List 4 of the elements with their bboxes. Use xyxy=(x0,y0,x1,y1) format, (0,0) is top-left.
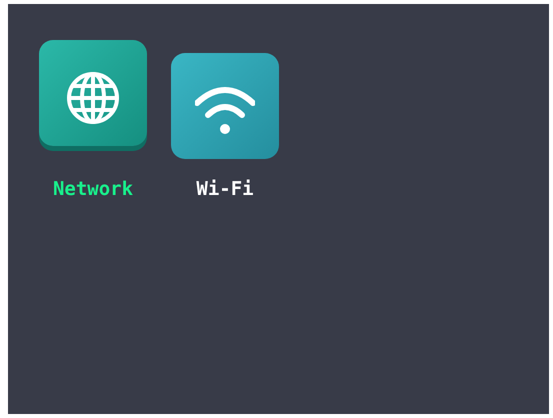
menu-tile[interactable] xyxy=(171,53,279,159)
menu-label[interactable]: Wi-Fi xyxy=(196,178,254,200)
menu-label[interactable]: Network xyxy=(52,178,134,200)
menu-tile[interactable] xyxy=(39,40,147,146)
